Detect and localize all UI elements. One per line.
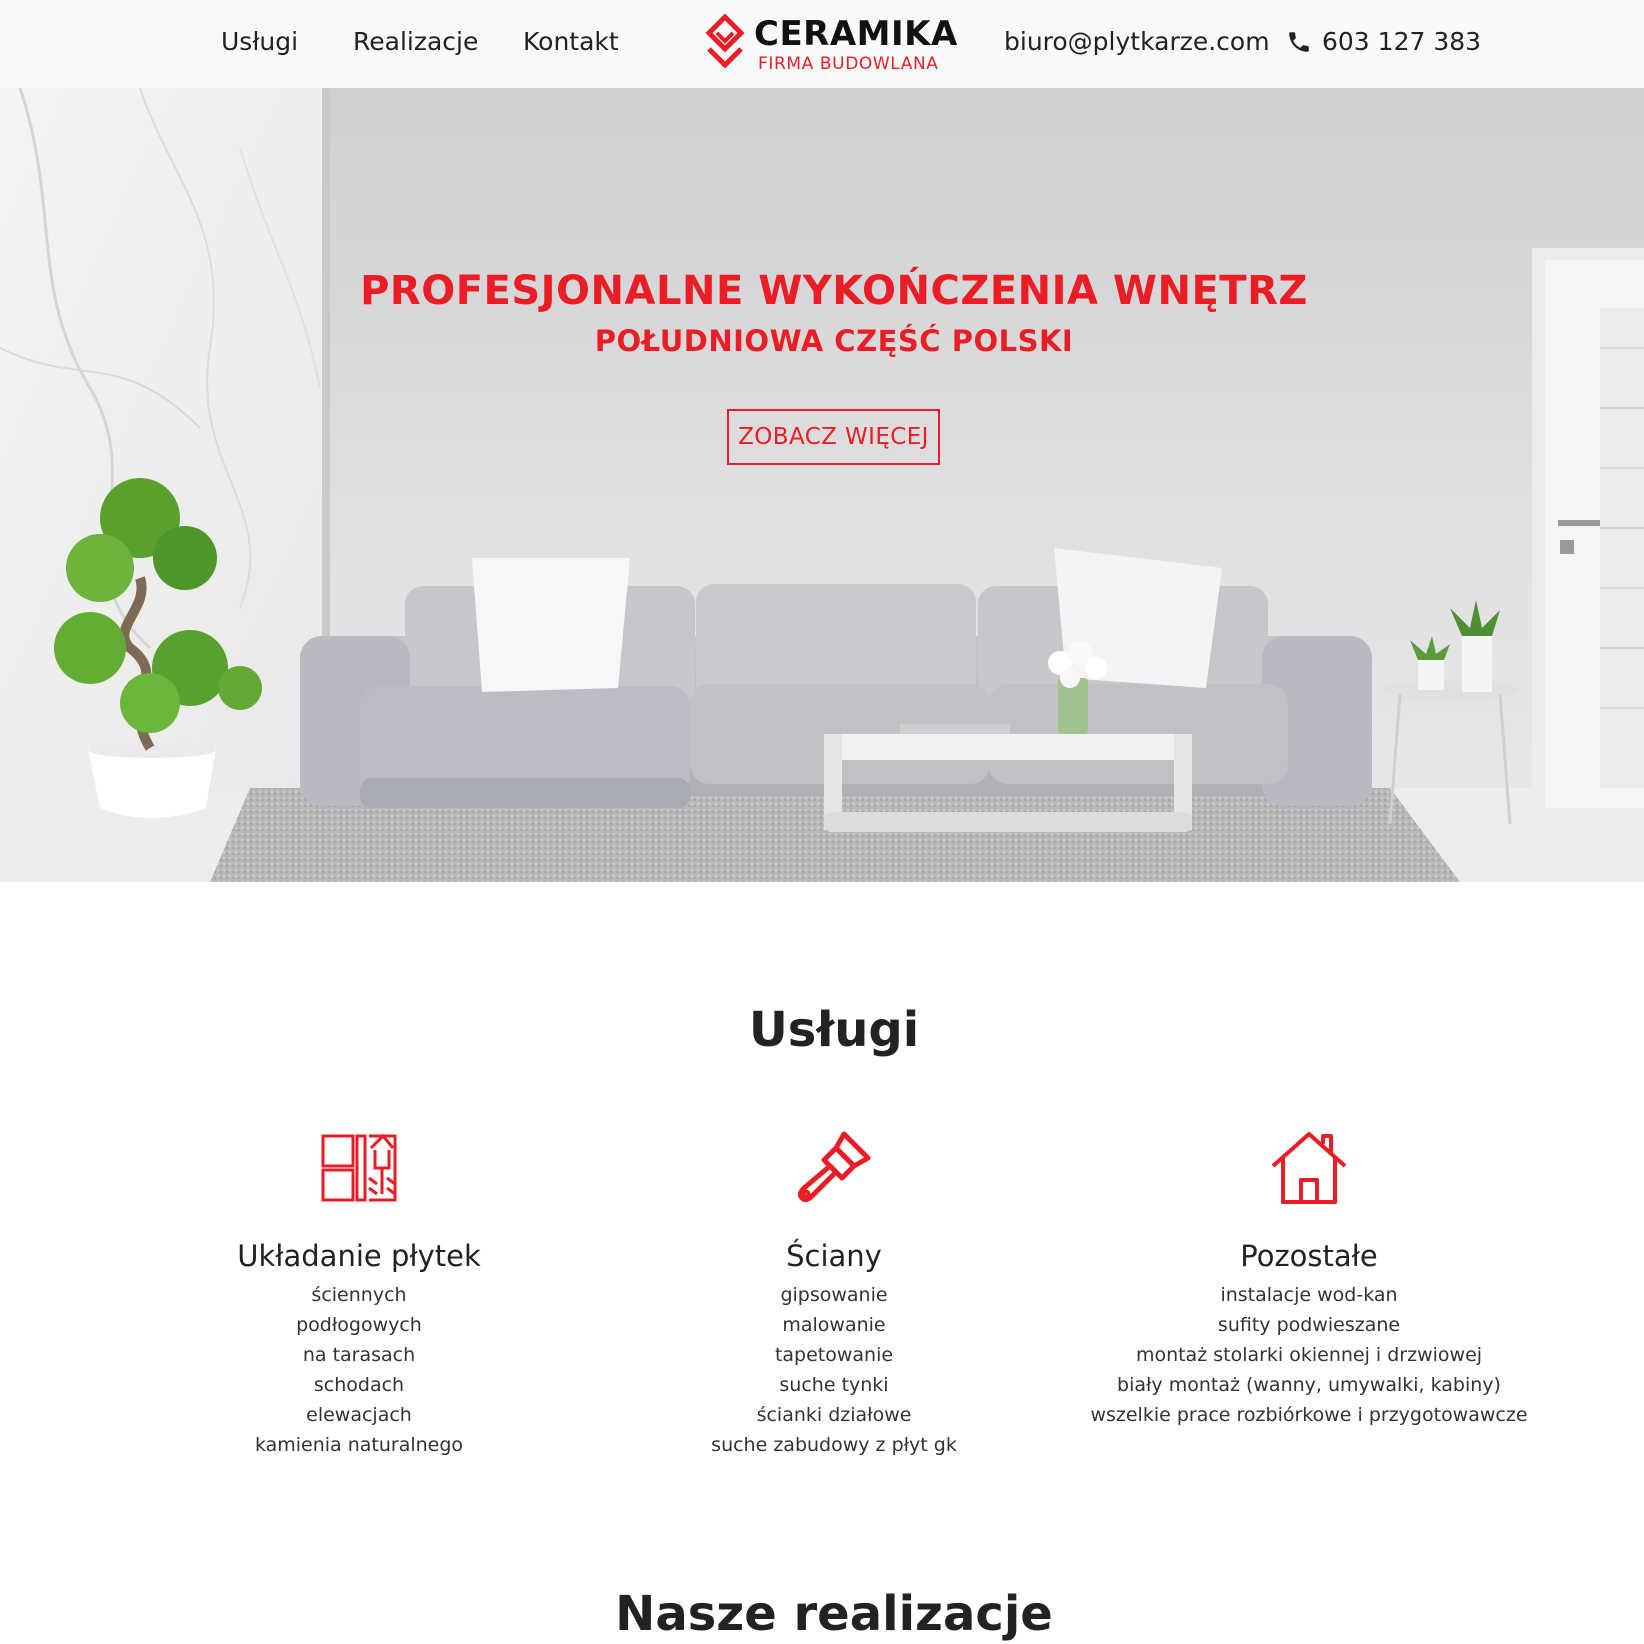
list-item: podłogowych [296, 1314, 422, 1336]
list-item: biały montaż (wanny, umywalki, kabiny) [1117, 1374, 1501, 1396]
realizations-title: Nasze realizacje [615, 1586, 1053, 1642]
nav-link-realizacje[interactable]: Realizacje [353, 27, 478, 56]
list-item: gipsowanie [780, 1284, 888, 1306]
phone-icon [1289, 31, 1309, 52]
services-title: Usługi [748, 1002, 920, 1058]
list-item: tapetowanie [774, 1344, 894, 1366]
logo-title: CERAMIKA [754, 14, 958, 54]
list-item: kamienia naturalnego [254, 1434, 464, 1456]
logo-subtitle: FIRMA BUDOWLANA [758, 54, 939, 74]
list-item: schodach [313, 1374, 405, 1396]
list-item: malowanie [782, 1314, 886, 1336]
list-item: suche tynki [779, 1374, 889, 1396]
tiles-trowel-icon [321, 1133, 397, 1202]
nav-link-kontakt[interactable]: Kontakt [523, 27, 619, 56]
site-header: Usługi Realizacje Kontakt CERAMIKA FIRMA… [0, 0, 1644, 88]
list-item: sufity podwieszane [1217, 1314, 1401, 1336]
service-list: instalacje wod-kan sufity podwieszane mo… [1074, 1280, 1544, 1430]
service-list: ściennych podłogowych na tarasach schoda… [124, 1280, 594, 1460]
phone-number: 603 127 383 [1322, 27, 1482, 56]
list-item: suche zabudowy z płyt gk [711, 1434, 957, 1456]
paint-brush-icon [797, 1131, 871, 1203]
service-walls: Ściany gipsowanie malowanie tapetowanie … [599, 1128, 1069, 1460]
list-item: wszelkie prace rozbiórkowe i przygotowaw… [1090, 1404, 1528, 1426]
service-tiles: Układanie płytek ściennych podłogowych n… [124, 1128, 594, 1460]
service-list: gipsowanie malowanie tapetowanie suche t… [599, 1280, 1069, 1460]
service-other: Pozostałe instalacje wod-kan sufity podw… [1074, 1128, 1544, 1430]
list-item: instalacje wod-kan [1220, 1284, 1398, 1306]
list-item: ściennych [311, 1284, 407, 1306]
service-name: Ściany [786, 1239, 882, 1273]
list-item: montaż stolarki okiennej i drzwiowej [1135, 1344, 1483, 1366]
house-icon [1271, 1132, 1347, 1204]
living-room-photo [0, 88, 1644, 882]
list-item: na tarasach [302, 1344, 416, 1366]
nav-link-uslugi[interactable]: Usługi [221, 27, 298, 56]
hero-subtitle: POŁUDNIOWA CZĘŚĆ POLSKI [594, 324, 1074, 358]
service-name: Pozostałe [1240, 1239, 1378, 1273]
brand-logo[interactable]: CERAMIKA FIRMA BUDOWLANA [704, 14, 957, 74]
email-link[interactable]: biuro@plytkarze.com [1004, 27, 1270, 56]
diamond-logo-icon [705, 14, 745, 69]
hero-title: PROFESJONALNE WYKOŃCZENIA WNĘTRZ [360, 268, 1308, 314]
list-item: ścianki działowe [756, 1404, 912, 1426]
see-more-button[interactable]: ZOBACZ WIĘCEJ [727, 409, 940, 465]
service-name: Układanie płytek [237, 1239, 481, 1273]
list-item: elewacjach [306, 1404, 412, 1426]
hero-banner: PROFESJONALNE WYKOŃCZENIA WNĘTRZ POŁUDNI… [0, 88, 1644, 882]
phone-link[interactable]: 603 127 383 [1286, 27, 1481, 56]
